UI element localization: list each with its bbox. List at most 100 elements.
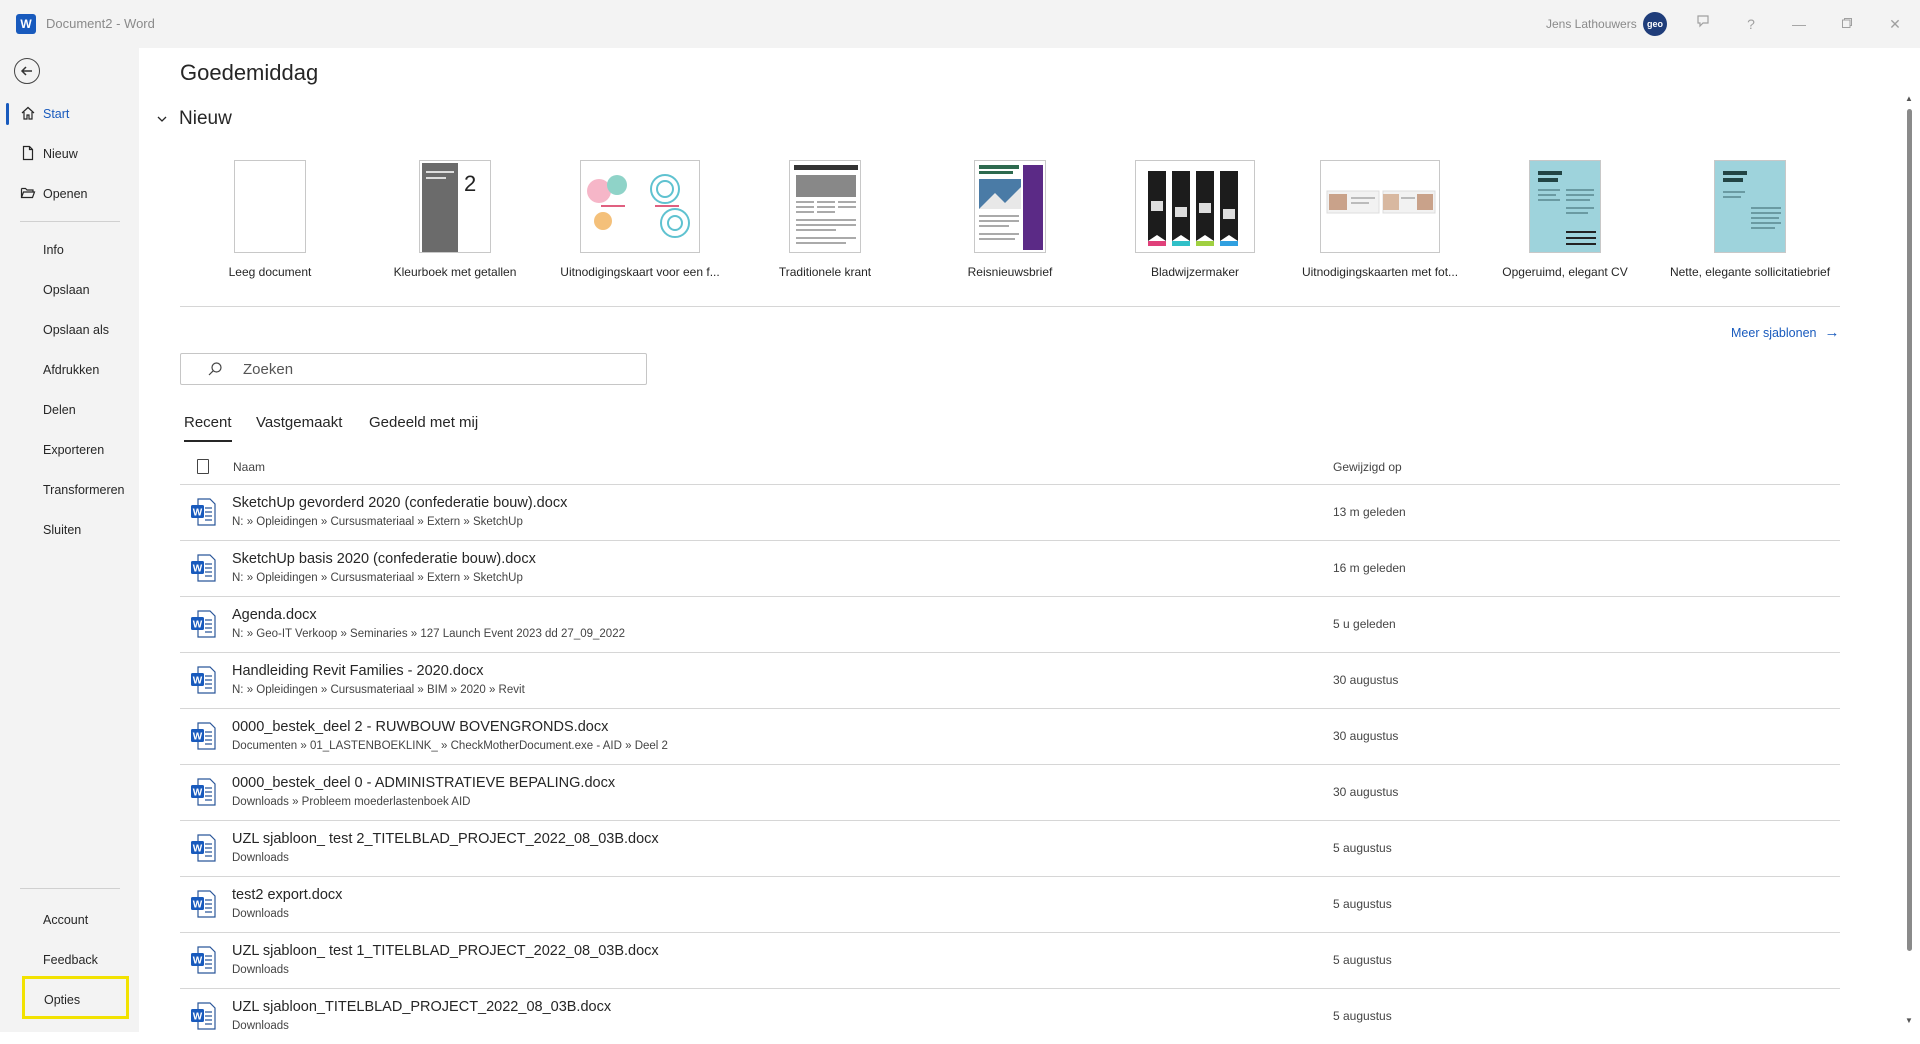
avatar[interactable]: geo: [1643, 12, 1667, 36]
nav-item-delen[interactable]: Delen: [6, 395, 126, 425]
restore-icon[interactable]: [1835, 12, 1859, 36]
template-label: Uitnodigingskaart voor een f...: [560, 265, 720, 279]
new-section-header[interactable]: Nieuw: [157, 108, 232, 130]
file-modified-date: 13 m geleden: [1333, 505, 1406, 519]
table-row[interactable]: W UZL sjabloon_ test 2_TITELBLAD_PROJECT_…: [180, 820, 1840, 876]
svg-text:W: W: [193, 788, 203, 799]
scroll-up-icon[interactable]: ▲: [1905, 95, 1913, 103]
nav-item-account[interactable]: Account: [6, 905, 126, 935]
table-row[interactable]: W 0000_bestek_deel 2 - RUWBOUW BOVENGROND…: [180, 708, 1840, 764]
file-type-icon: [197, 459, 209, 474]
file-name: Handleiding Revit Families - 2020.docx: [232, 663, 484, 679]
file-modified-date: 30 augustus: [1333, 785, 1399, 799]
file-modified-date: 5 augustus: [1333, 897, 1392, 911]
template-coloring-book[interactable]: 2 Kleurboek met getallen: [365, 160, 545, 290]
nav-item-sluiten[interactable]: Sluiten: [6, 515, 126, 545]
template-blank[interactable]: Leeg document: [180, 160, 360, 290]
word-document-icon: W: [190, 1002, 216, 1030]
table-row[interactable]: W UZL sjabloon_ test 1_TITELBLAD_PROJECT_…: [180, 932, 1840, 988]
nav-item-exporteren[interactable]: Exporteren: [6, 435, 126, 465]
nav-item-label: Info: [43, 243, 64, 257]
file-path: Downloads » Probleem moederlastenboek AI…: [232, 796, 471, 808]
table-row[interactable]: W Handleiding Revit Families - 2020.docx N…: [180, 652, 1840, 708]
file-name: UZL sjabloon_ test 2_TITELBLAD_PROJECT_2…: [232, 831, 659, 847]
nav-item-afdrukken[interactable]: Afdrukken: [6, 355, 126, 385]
scroll-thumb[interactable]: [1907, 109, 1912, 951]
file-modified-date: 30 augustus: [1333, 673, 1399, 687]
section-divider: [180, 306, 1840, 307]
help-icon[interactable]: ?: [1739, 12, 1763, 36]
file-path: N: » Geo-IT Verkoop » Seminaries » 127 L…: [232, 628, 625, 640]
word-document-icon: W: [190, 890, 216, 918]
window-title: Document2 - Word: [46, 16, 155, 31]
template-thumbnail: [1529, 160, 1601, 253]
user-name[interactable]: Jens Lathouwers: [1546, 17, 1637, 31]
nav-item-start[interactable]: Start: [6, 99, 126, 129]
scroll-down-icon[interactable]: ▼: [1905, 1017, 1913, 1025]
svg-text:2: 2: [464, 171, 476, 196]
word-logo-icon: W: [16, 14, 40, 34]
file-name: Agenda.docx: [232, 607, 317, 623]
word-document-icon: W: [190, 778, 216, 806]
svg-text:W: W: [193, 844, 203, 855]
more-templates-link[interactable]: Meer sjablonen →: [1731, 324, 1839, 341]
nav-item-opslaan[interactable]: Opslaan: [6, 275, 126, 305]
table-row[interactable]: Wtest2 export.docx Downloads 5 augustus: [180, 876, 1840, 932]
file-modified-date: 5 augustus: [1333, 953, 1392, 967]
table-row[interactable]: W Agenda.docx N: » Geo-IT Verkoop » Semina…: [180, 596, 1840, 652]
template-elegant-cover-letter[interactable]: Nette, elegante sollicitatiebrief: [1660, 160, 1840, 290]
new-section-title: Nieuw: [179, 108, 232, 129]
template-label: Opgeruimd, elegant CV: [1502, 265, 1628, 279]
template-label: Bladwijzermaker: [1150, 265, 1240, 279]
folder-open-icon: [20, 185, 36, 201]
file-modified-date: 5 augustus: [1333, 1009, 1392, 1023]
column-header-name[interactable]: Naam: [233, 460, 265, 474]
scrollbar[interactable]: ▲ ▼: [1905, 95, 1913, 1032]
nav-item-info[interactable]: Info: [6, 235, 126, 265]
template-photo-invitations[interactable]: Uitnodigingskaarten met fot...: [1290, 160, 1470, 290]
table-row[interactable]: W 0000_bestek_deel 0 - ADMINISTRATIEVE BE…: [180, 764, 1840, 820]
template-invitation-card[interactable]: Uitnodigingskaart voor een f...: [550, 160, 730, 290]
template-newspaper[interactable]: Traditionele krant: [735, 160, 915, 290]
template-elegant-cv[interactable]: Opgeruimd, elegant CV: [1475, 160, 1655, 290]
table-row[interactable]: W SketchUp gevorderd 2020 (confederatie b…: [180, 484, 1840, 540]
tab-pinned[interactable]: Vastgemaakt: [256, 414, 342, 431]
chevron-down-icon: [157, 112, 167, 126]
minimize-icon[interactable]: —: [1787, 12, 1811, 36]
more-templates-label: Meer sjablonen: [1731, 326, 1817, 340]
coauthoring-icon[interactable]: [1691, 12, 1715, 36]
nav-item-label: Opslaan als: [43, 323, 110, 337]
nav-item-openen[interactable]: Openen: [6, 179, 126, 209]
template-travel-newsletter[interactable]: Reisnieuwsbrief: [920, 160, 1100, 290]
search-box[interactable]: [180, 353, 647, 385]
tab-shared-with-me[interactable]: Gedeeld met mij: [369, 414, 478, 431]
nav-divider: [20, 888, 120, 889]
table-row[interactable]: W UZL sjabloon_TITELBLAD_PROJECT_2022_08_…: [180, 988, 1840, 1044]
svg-text:W: W: [193, 956, 203, 967]
template-label: Reisnieuwsbrief: [967, 265, 1053, 279]
file-path: Downloads: [232, 908, 289, 920]
main-content: Goedemiddag Nieuw Leeg document 2 Kleurb…: [139, 48, 1920, 1032]
nav-item-label: Nieuw: [43, 147, 78, 161]
word-document-icon: W: [190, 946, 216, 974]
search-input[interactable]: [241, 360, 625, 379]
column-header-modified[interactable]: Gewijzigd op: [1333, 460, 1402, 474]
word-document-icon: W: [190, 666, 216, 694]
template-bookmark-maker[interactable]: Bladwijzermaker: [1105, 160, 1285, 290]
svg-text:W: W: [193, 1012, 203, 1023]
tab-recent[interactable]: Recent: [184, 414, 232, 442]
nav-item-feedback[interactable]: Feedback: [6, 945, 126, 975]
back-button[interactable]: [14, 58, 40, 84]
nav-item-nieuw[interactable]: Nieuw: [6, 139, 126, 169]
nav-item-transformeren[interactable]: Transformeren: [6, 475, 126, 505]
template-thumbnail: [1714, 160, 1786, 253]
new-document-icon: [20, 145, 36, 161]
title-bar: W Document2 - Word Jens Lathouwers geo ?…: [0, 0, 1920, 48]
close-icon[interactable]: ✕: [1883, 12, 1907, 36]
table-row[interactable]: W SketchUp basis 2020 (confederatie bouw)…: [180, 540, 1840, 596]
file-path: N: » Opleidingen » Cursusmateriaal » BIM…: [232, 684, 525, 696]
nav-item-opslaan-als[interactable]: Opslaan als: [6, 315, 126, 345]
template-label: Uitnodigingskaarten met fot...: [1301, 265, 1459, 279]
file-path: Downloads: [232, 852, 289, 864]
file-path: N: » Opleidingen » Cursusmateriaal » Ext…: [232, 516, 523, 528]
